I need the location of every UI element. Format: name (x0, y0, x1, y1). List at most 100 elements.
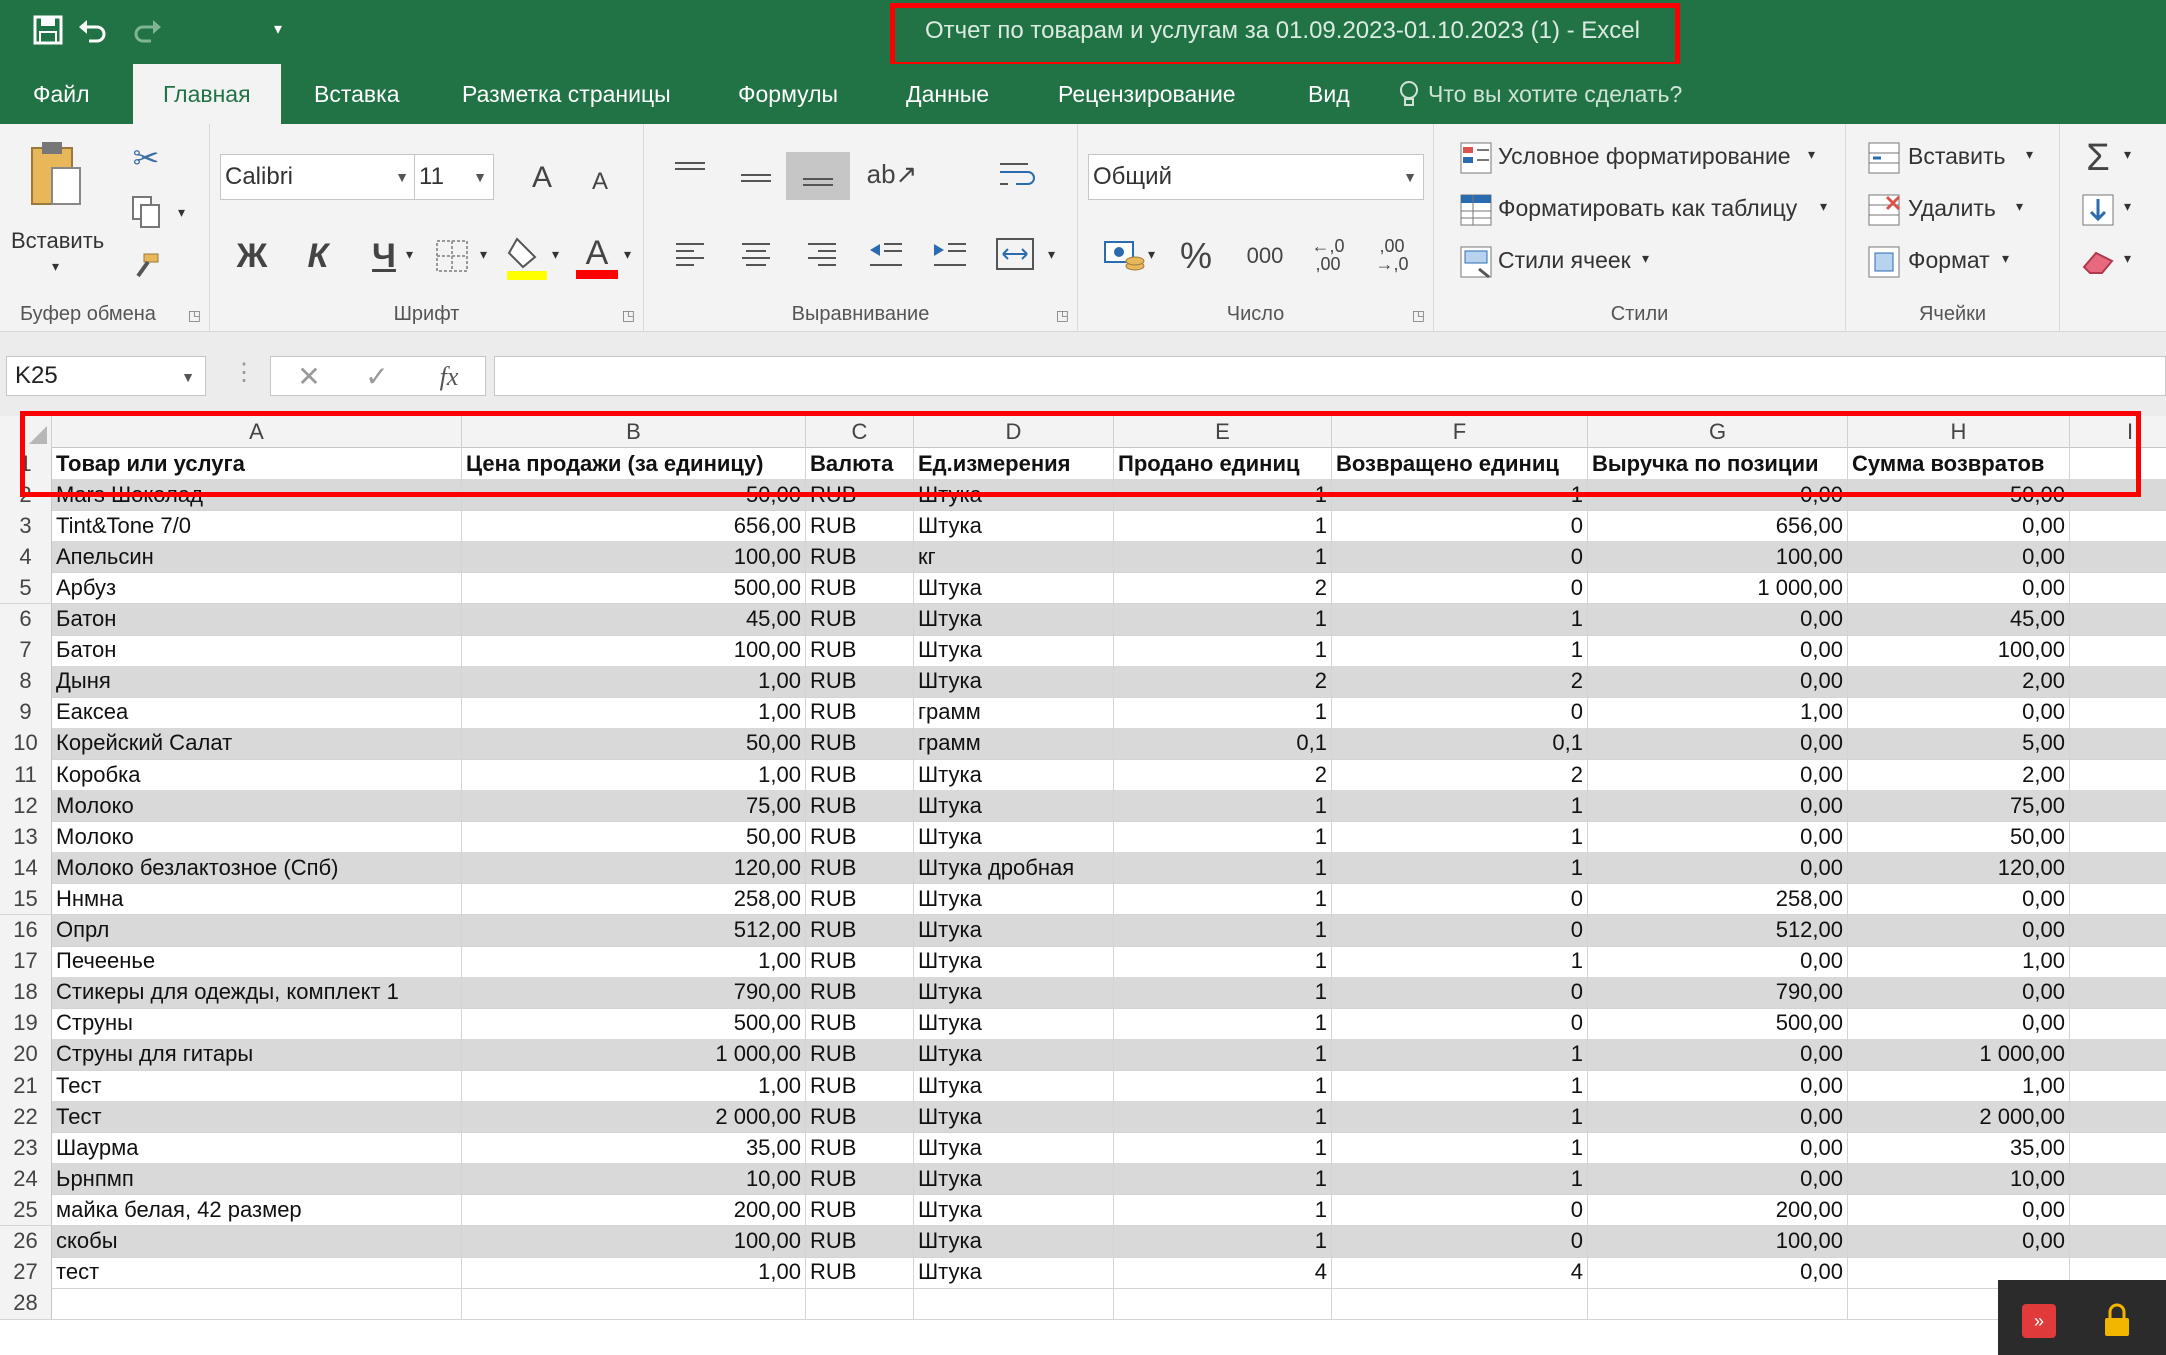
orientation-icon[interactable]: ab↗ (866, 152, 918, 196)
table-cell[interactable]: Батон (52, 634, 462, 666)
save-icon[interactable] (28, 10, 68, 50)
table-cell[interactable]: 200,00 (1588, 1194, 1848, 1226)
table-cell[interactable]: 0 (1332, 883, 1588, 915)
header-cell[interactable]: Товар или услуга (52, 448, 462, 479)
formula-bar-splitter-icon[interactable]: ⋮ (232, 358, 256, 387)
table-cell[interactable]: 0,00 (1848, 696, 2070, 728)
table-cell[interactable]: 45,00 (462, 603, 806, 635)
paste-icon[interactable] (28, 138, 84, 214)
clear-icon[interactable] (2078, 242, 2118, 282)
table-cell[interactable]: RUB (806, 1070, 914, 1101)
table-cell[interactable]: 1 (1114, 914, 1332, 946)
table-cell[interactable]: 50,00 (1848, 479, 2070, 511)
table-cell[interactable]: Штука (914, 1225, 1114, 1257)
table-cell[interactable]: 1 (1332, 479, 1588, 511)
tab-home[interactable]: Главная (133, 64, 281, 124)
table-cell[interactable]: 1,00 (462, 759, 806, 790)
table-cell[interactable]: RUB (806, 634, 914, 666)
table-cell[interactable]: 1 (1114, 479, 1332, 511)
table-cell[interactable]: 1 (1114, 790, 1332, 822)
table-cell[interactable]: грамм (914, 696, 1114, 728)
copy-dropdown-icon[interactable]: ▾ (178, 204, 185, 221)
table-cell[interactable]: RUB (806, 1038, 914, 1070)
table-cell[interactable]: 500,00 (1588, 1007, 1848, 1039)
cancel-entry-icon[interactable]: ✕ (291, 359, 327, 395)
table-cell[interactable]: 0 (1332, 572, 1588, 604)
align-right-icon[interactable] (802, 234, 842, 274)
cut-icon[interactable]: ✂ (128, 140, 164, 176)
format-cells-button[interactable]: Формат (1908, 247, 1990, 274)
table-cell[interactable]: 0,00 (1588, 945, 1848, 977)
table-cell[interactable] (2070, 604, 2166, 635)
table-cell[interactable]: RUB (806, 1101, 914, 1133)
row-header[interactable]: 14 (0, 852, 52, 884)
table-cell[interactable]: 1 (1114, 1007, 1332, 1039)
table-cell[interactable]: 1 (1114, 821, 1332, 853)
table-cell[interactable]: 1 (1114, 1070, 1332, 1101)
insert-function-icon[interactable]: fx (429, 359, 469, 395)
table-cell[interactable]: 10,00 (462, 1163, 806, 1195)
table-cell[interactable]: RUB (806, 1007, 914, 1039)
table-cell[interactable]: Штука (914, 634, 1114, 666)
row-header[interactable]: 2 (0, 479, 52, 511)
table-cell[interactable]: кг (914, 541, 1114, 573)
table-cell[interactable]: 500,00 (462, 572, 806, 604)
table-cell[interactable]: RUB (806, 727, 914, 759)
table-cell[interactable]: 35,00 (462, 1132, 806, 1164)
table-cell[interactable]: RUB (806, 510, 914, 542)
fill-dropdown-icon[interactable]: ▾ (2124, 198, 2131, 215)
table-cell[interactable]: Tint&Tone 7/0 (52, 510, 462, 542)
table-cell[interactable] (2070, 541, 2166, 572)
table-cell[interactable]: Ьрнпмп (52, 1163, 462, 1195)
align-left-icon[interactable] (670, 234, 710, 274)
table-cell[interactable]: 1 (1114, 976, 1332, 1008)
table-cell[interactable]: 512,00 (462, 914, 806, 946)
table-cell[interactable]: 0,00 (1588, 1163, 1848, 1195)
table-cell[interactable]: Коробка (52, 759, 462, 790)
table-cell[interactable]: Струны (52, 1007, 462, 1039)
currency-format-icon[interactable] (1100, 234, 1152, 278)
table-cell[interactable]: Еаксеа (52, 696, 462, 728)
decrease-decimal-button[interactable]: ,00 →,0 (1366, 228, 1418, 282)
table-cell[interactable]: Корейский Салат (52, 727, 462, 759)
row-header[interactable]: 1 (0, 448, 52, 479)
table-cell[interactable]: Тест (52, 1101, 462, 1133)
borders-icon[interactable] (432, 236, 472, 276)
table-cell[interactable] (2070, 915, 2166, 946)
table-cell[interactable]: 656,00 (1588, 510, 1848, 542)
table-cell[interactable]: 1 (1332, 821, 1588, 853)
table-cell[interactable]: 512,00 (1588, 914, 1848, 946)
align-top-icon[interactable] (670, 152, 710, 192)
table-cell[interactable]: 1 (1114, 603, 1332, 635)
table-cell[interactable]: 75,00 (1848, 790, 2070, 822)
table-cell[interactable]: 2 (1114, 572, 1332, 604)
column-header-h[interactable]: H (1848, 416, 2070, 448)
table-cell[interactable]: 0,1 (1114, 727, 1332, 759)
align-center-icon[interactable] (736, 234, 776, 274)
table-cell[interactable]: Молоко (52, 790, 462, 822)
table-cell[interactable]: 0 (1332, 914, 1588, 946)
table-cell[interactable]: 1 (1114, 883, 1332, 915)
table-cell[interactable]: RUB (806, 976, 914, 1008)
table-cell[interactable]: 1 (1332, 603, 1588, 635)
table-cell[interactable]: 0 (1332, 541, 1588, 573)
table-cell[interactable]: 2 000,00 (1848, 1101, 2070, 1133)
row-header[interactable]: 27 (0, 1256, 52, 1288)
table-cell[interactable]: 100,00 (462, 1225, 806, 1257)
table-cell[interactable]: 1 (1114, 1163, 1332, 1195)
table-cell[interactable]: 1 (1114, 1101, 1332, 1133)
table-cell[interactable]: 0,1 (1332, 727, 1588, 759)
column-header-f[interactable]: F (1332, 416, 1588, 448)
row-header[interactable]: 9 (0, 696, 52, 728)
table-cell[interactable]: 1 (1332, 634, 1588, 666)
table-cell[interactable]: 0,00 (1848, 976, 2070, 1008)
table-cell[interactable]: 0 (1332, 1194, 1588, 1226)
table-cell[interactable]: Молоко безлактозное (Спб) (52, 852, 462, 884)
table-cell[interactable]: RUB (806, 665, 914, 697)
insert-cells-button[interactable]: Вставить (1908, 143, 2006, 170)
row-header[interactable]: 18 (0, 976, 52, 1008)
table-cell[interactable]: Штука (914, 665, 1114, 697)
table-cell[interactable]: 0,00 (1848, 1194, 2070, 1226)
table-cell[interactable] (1114, 1287, 1332, 1319)
delete-cells-icon[interactable] (1866, 192, 1902, 228)
